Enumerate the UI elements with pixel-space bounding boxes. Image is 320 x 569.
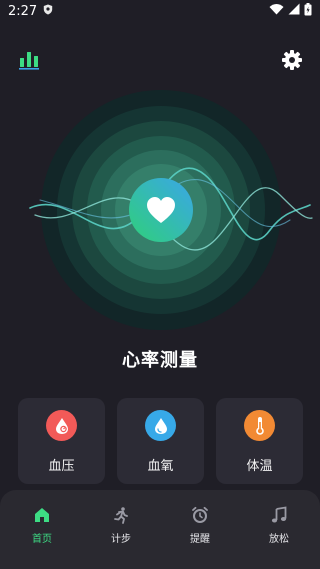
tab-reminder[interactable]: 提醒 xyxy=(170,506,230,545)
tab-reminder-label: 提醒 xyxy=(190,534,210,545)
wifi-icon xyxy=(269,3,284,19)
tab-home-label: 首页 xyxy=(32,534,52,545)
blood-oxygen-card[interactable]: 血氧 xyxy=(117,398,204,484)
status-left: 2:27 xyxy=(8,4,53,19)
blood-pressure-icon xyxy=(46,410,77,441)
runner-icon xyxy=(112,507,130,528)
shield-icon xyxy=(43,4,53,19)
tab-relax-label: 放松 xyxy=(269,534,289,545)
battery-icon xyxy=(304,2,312,20)
measure-heart-button[interactable] xyxy=(129,178,193,242)
blood-pressure-card[interactable]: 血压 xyxy=(18,398,105,484)
bottom-tab-bar: 首页 计步 提醒 放松 xyxy=(0,490,320,569)
blood-oxygen-label: 血氧 xyxy=(147,459,174,474)
music-note-icon xyxy=(270,506,288,528)
temperature-label: 体温 xyxy=(246,459,273,474)
tab-steps-label: 计步 xyxy=(111,534,131,545)
tab-home[interactable]: 首页 xyxy=(12,506,72,545)
temperature-card[interactable]: 体温 xyxy=(216,398,303,484)
status-right xyxy=(269,2,312,20)
thermometer-icon xyxy=(244,410,275,441)
home-icon xyxy=(33,508,51,528)
status-time: 2:27 xyxy=(8,3,38,19)
signal-icon xyxy=(288,3,300,19)
blood-pressure-label: 血压 xyxy=(48,459,75,474)
tab-relax[interactable]: 放松 xyxy=(249,506,309,545)
settings-gear-icon[interactable] xyxy=(282,50,302,74)
alarm-clock-icon xyxy=(191,506,209,528)
statistics-chart-icon[interactable] xyxy=(19,50,39,74)
tab-steps[interactable]: 计步 xyxy=(91,506,151,545)
status-bar: 2:27 xyxy=(0,0,320,22)
water-drop-icon xyxy=(145,410,176,441)
page-title: 心率测量 xyxy=(122,350,198,371)
heart-rate-visual xyxy=(0,80,320,340)
